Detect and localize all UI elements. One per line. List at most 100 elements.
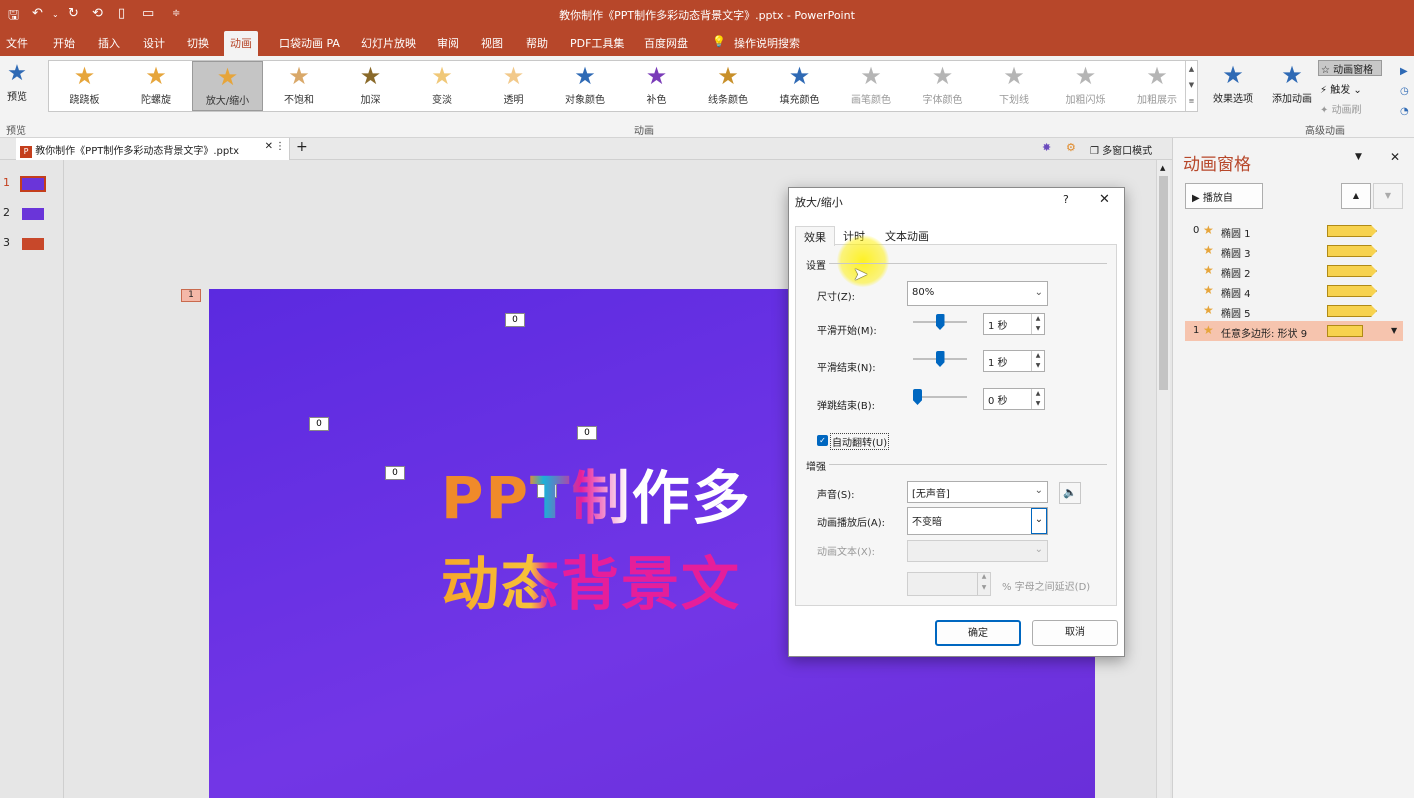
timeline-bar[interactable] — [1327, 305, 1377, 317]
slide-thumbnail-3[interactable] — [22, 238, 44, 250]
dialog-close-icon[interactable]: ✕ — [1099, 192, 1110, 207]
animation-list-item[interactable]: ★ 椭圆 3 — [1185, 241, 1403, 261]
chevron-down-icon[interactable]: ⌄ — [1031, 508, 1047, 534]
tell-me-search[interactable]: 操作说明搜索 — [734, 35, 800, 51]
tab-animations[interactable]: 动画 — [224, 31, 258, 56]
timeline-bar[interactable] — [1327, 285, 1377, 297]
tab-design[interactable]: 设计 — [143, 35, 165, 51]
tab-pdf-tools[interactable]: PDF工具集 — [570, 35, 624, 51]
ok-button[interactable]: 确定 — [935, 620, 1021, 646]
spin-down-icon[interactable]: ▼ — [1031, 324, 1044, 334]
timeline-bar[interactable] — [1327, 265, 1377, 277]
pane-close-icon[interactable]: ✕ — [1390, 150, 1400, 164]
animation-effect-2[interactable]: ★ 陀螺旋 — [121, 61, 192, 111]
animation-order-badge[interactable]: 1 — [181, 289, 201, 302]
animation-tag[interactable]: 0 — [309, 417, 329, 431]
animation-tag[interactable]: 0 — [505, 313, 525, 327]
tab-effect[interactable]: 效果 — [795, 226, 835, 246]
smooth-start-slider[interactable] — [913, 314, 967, 330]
timeline-bar[interactable] — [1327, 225, 1377, 237]
spin-down-icon[interactable]: ▼ — [977, 584, 990, 595]
vertical-scrollbar[interactable]: ▲ — [1156, 160, 1170, 798]
sound-combo[interactable]: [无声音] ⌄ — [907, 481, 1048, 503]
tab-pocket-animation[interactable]: 口袋动画 PA — [279, 35, 340, 51]
tab-more-icon[interactable]: ⋮ — [275, 141, 285, 152]
animation-list-item[interactable]: ★ 椭圆 5 — [1185, 301, 1403, 321]
animation-effect-16[interactable]: ★ 加粗展示 — [1122, 61, 1193, 111]
item-dropdown-icon[interactable]: ▼ — [1391, 326, 1397, 335]
spin-up-icon[interactable]: ▲ — [1031, 351, 1044, 361]
close-tab-icon[interactable]: ✕ — [265, 141, 273, 152]
tab-home[interactable]: 开始 — [53, 35, 75, 51]
help-icon[interactable]: ? — [1063, 193, 1069, 206]
spin-down-icon[interactable]: ▼ — [1031, 399, 1044, 409]
add-animation-button[interactable]: ★ 添加动画 — [1266, 60, 1318, 118]
smooth-start-spinner[interactable]: 1 秒 ▲ ▼ — [983, 313, 1045, 335]
scroll-up-arrow-icon[interactable]: ▲ — [1160, 164, 1165, 172]
auto-reverse-checkbox[interactable]: ✓ — [817, 435, 828, 446]
new-tab-icon[interactable]: + — [296, 139, 308, 155]
tab-text-animation[interactable]: 文本动画 — [885, 226, 929, 246]
animation-painter-button[interactable]: ✦ 动画刷 — [1320, 101, 1362, 116]
slider-thumb[interactable] — [935, 351, 945, 367]
smooth-end-spinner[interactable]: 1 秒 ▲ ▼ — [983, 350, 1045, 372]
animation-list-item[interactable]: ★ 椭圆 4 — [1185, 281, 1403, 301]
speaker-icon[interactable]: 🔈 — [1059, 482, 1081, 504]
tab-transitions[interactable]: 切换 — [187, 35, 209, 51]
animation-effect-6[interactable]: ★ 变淡 — [407, 61, 478, 111]
animation-effect-15[interactable]: ★ 加粗闪烁 — [1050, 61, 1121, 111]
tab-insert[interactable]: 插入 — [98, 35, 120, 51]
animate-text-combo[interactable]: ⌄ — [907, 540, 1048, 562]
gallery-scroll[interactable]: ▲ ▼ ≡ — [1185, 61, 1197, 111]
animation-effect-1[interactable]: ★ 跷跷板 — [49, 61, 120, 111]
tab-help[interactable]: 帮助 — [526, 35, 548, 51]
pane-options-icon[interactable]: ▼ — [1355, 152, 1362, 162]
animation-effect-9[interactable]: ★ 补色 — [621, 61, 692, 111]
spin-down-icon[interactable]: ▼ — [1031, 361, 1044, 371]
size-combo[interactable]: 80% ⌄ — [907, 281, 1048, 306]
animation-pane-button[interactable]: ☆ 动画窗格 — [1318, 60, 1382, 76]
animation-effect-11[interactable]: ★ 填充颜色 — [764, 61, 835, 111]
scrollbar-thumb[interactable] — [1159, 176, 1168, 390]
animation-list-item[interactable]: 0 ★ 椭圆 1 — [1185, 221, 1403, 241]
move-up-button[interactable]: ▲ — [1341, 183, 1371, 209]
slider-thumb[interactable] — [913, 389, 922, 405]
smooth-end-slider[interactable] — [913, 351, 967, 367]
after-animation-combo[interactable]: 不变暗 ⌄ — [907, 507, 1048, 535]
animation-effect-14[interactable]: ★ 下划线 — [979, 61, 1050, 111]
animation-effect-3[interactable]: ★ 放大/缩小 — [192, 61, 263, 111]
animation-effect-13[interactable]: ★ 字体颜色 — [907, 61, 978, 111]
animation-list-item[interactable]: 1 ★ 任意多边形: 形状 9 ▼ — [1185, 321, 1403, 341]
bounce-end-spinner[interactable]: 0 秒 ▲ ▼ — [983, 388, 1045, 410]
trigger-button[interactable]: ⚡ 触发 ⌄ — [1320, 81, 1362, 96]
animation-list-item[interactable]: ★ 椭圆 2 — [1185, 261, 1403, 281]
tab-baidu-disk[interactable]: 百度网盘 — [644, 35, 688, 51]
bounce-end-slider[interactable] — [913, 389, 967, 405]
tab-file[interactable]: 文件 — [6, 35, 28, 51]
timing-icons[interactable]: ▶ ◷ ◔ — [1400, 62, 1409, 122]
cancel-button[interactable]: 取消 — [1032, 620, 1118, 646]
play-from-button[interactable]: ▶ 播放自 — [1185, 183, 1263, 209]
spin-up-icon[interactable]: ▲ — [1031, 389, 1044, 399]
slide-title-line-1[interactable]: PPT制作多 — [441, 451, 752, 535]
animation-effect-4[interactable]: ★ 不饱和 — [264, 61, 335, 111]
auto-reverse-label[interactable]: 自动翻转(U) — [830, 433, 890, 450]
slide-thumbnail-2[interactable] — [22, 208, 44, 220]
animation-tag[interactable]: 0 — [385, 466, 405, 480]
settings-gear-icon[interactable]: ⚙ — [1066, 141, 1076, 154]
animation-effect-8[interactable]: ★ 对象颜色 — [550, 61, 621, 111]
animation-effect-12[interactable]: ★ 画笔颜色 — [836, 61, 907, 111]
tab-slideshow[interactable]: 幻灯片放映 — [361, 35, 416, 51]
animation-effect-7[interactable]: ★ 透明 — [478, 61, 549, 111]
timeline-bar[interactable] — [1327, 245, 1377, 257]
animation-tag[interactable]: 0 — [577, 426, 597, 440]
multi-window-button[interactable]: ❐ 多窗口模式 — [1090, 142, 1152, 157]
slide-thumbnail-1[interactable] — [20, 176, 46, 192]
spin-up-icon[interactable]: ▲ — [977, 573, 990, 584]
spin-up-icon[interactable]: ▲ — [1031, 314, 1044, 324]
preview-button[interactable]: ★ 预览 — [2, 60, 32, 118]
slide-title-line-2[interactable]: 动态背景文 — [441, 537, 741, 621]
timeline-bar[interactable] — [1327, 325, 1363, 337]
tab-review[interactable]: 审阅 — [437, 35, 459, 51]
letter-delay-spinner[interactable]: ▲ ▼ — [907, 572, 991, 596]
